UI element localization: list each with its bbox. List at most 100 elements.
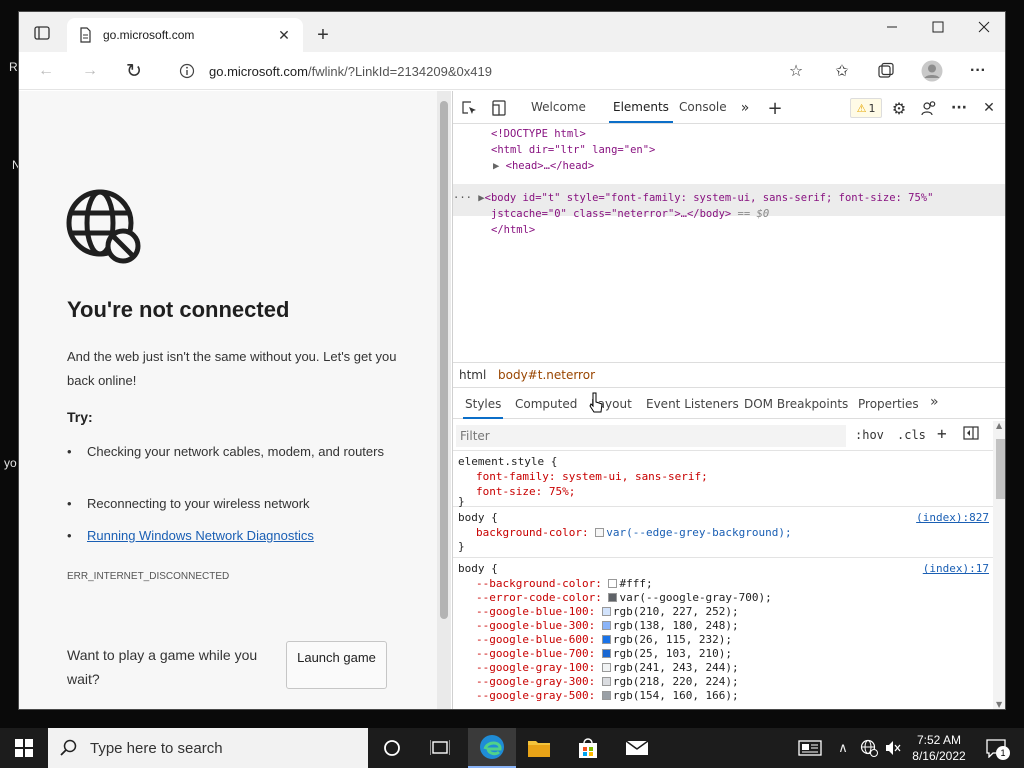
class-toggle-button[interactable]: .cls [897, 428, 926, 442]
color-swatch[interactable] [601, 649, 611, 658]
color-swatch[interactable] [601, 621, 611, 630]
ellipsis-icon: ··· [453, 192, 479, 204]
rule-selector[interactable]: body { [458, 562, 498, 575]
show-hidden-icons-button[interactable]: ∧ [834, 734, 852, 762]
scroll-up-icon[interactable]: ▲ [996, 421, 1002, 430]
avatar-icon [921, 60, 943, 82]
css-variable-declaration[interactable]: --google-gray-300: rgb(218, 220, 224); [476, 675, 739, 688]
styles-filter-input[interactable] [456, 425, 846, 447]
more-tabs-button[interactable]: » [735, 98, 755, 118]
tab-welcome[interactable]: Welcome [531, 100, 586, 114]
tab-actions-button[interactable] [27, 20, 57, 46]
inspect-element-button[interactable] [459, 98, 479, 118]
hover-state-button[interactable]: :hov [855, 428, 884, 442]
dom-node-head[interactable]: ▶ <head>…</head> [493, 160, 594, 172]
news-widget-button[interactable] [796, 734, 824, 762]
scrollbar-thumb[interactable] [996, 439, 1005, 499]
tab-computed[interactable]: Computed [515, 397, 577, 411]
profile-button[interactable] [919, 58, 945, 84]
network-diagnostics-link[interactable]: Running Windows Network Diagnostics [67, 526, 387, 546]
color-swatch[interactable] [608, 593, 618, 602]
scrollbar-thumb[interactable] [440, 101, 448, 619]
rule-source-link[interactable]: (index):827 [916, 511, 989, 524]
collections-button[interactable] [873, 58, 899, 84]
css-variable-declaration[interactable]: --background-color: #fff; [476, 577, 653, 590]
tab-event-listeners[interactable]: Event Listeners [646, 397, 739, 411]
task-view-button[interactable] [426, 734, 454, 762]
css-variable-declaration[interactable]: --google-gray-100: rgb(241, 243, 244); [476, 661, 739, 674]
dom-node-body[interactable]: ··· ▶<body id="t" style="font-family: sy… [453, 192, 933, 204]
scroll-down-icon[interactable]: ▼ [996, 700, 1002, 709]
rule-selector[interactable]: body { [458, 511, 498, 524]
volume-button[interactable] [882, 734, 904, 762]
devtools-settings-button[interactable]: ⚙ [889, 98, 909, 118]
browser-tab[interactable]: go.microsoft.com ✕ [67, 18, 303, 52]
dom-node-html-close[interactable]: </html> [491, 224, 535, 236]
maximize-button[interactable] [915, 12, 961, 42]
css-variable-declaration[interactable]: --google-blue-600: rgb(26, 115, 232); [476, 633, 732, 646]
tab-console[interactable]: Console [679, 100, 727, 114]
mail-button[interactable] [623, 734, 651, 762]
file-explorer-button[interactable] [525, 734, 553, 762]
css-variable-declaration[interactable]: --error-code-color: var(--google-gray-70… [476, 591, 772, 604]
rule-source-link[interactable]: (index):17 [923, 562, 989, 575]
more-style-tabs-button[interactable]: » [930, 394, 939, 410]
refresh-button[interactable]: ↻ [121, 58, 147, 84]
css-variable-declaration[interactable]: --google-blue-700: rgb(25, 103, 210); [476, 647, 732, 660]
warnings-badge[interactable]: ⚠ 1 [850, 98, 882, 118]
color-swatch[interactable] [601, 663, 611, 672]
tab-styles[interactable]: Styles [462, 397, 504, 419]
css-variable-declaration[interactable]: --google-blue-100: rgb(210, 227, 252); [476, 605, 739, 618]
prop-value: rgb(241, 243, 244); [612, 661, 739, 674]
settings-more-button[interactable]: ··· [965, 58, 991, 84]
color-swatch[interactable] [601, 677, 611, 686]
minimize-button[interactable] [869, 12, 915, 42]
color-swatch[interactable] [601, 691, 611, 700]
devtools-more-button[interactable]: ··· [949, 98, 969, 118]
tab-elements[interactable]: Elements [609, 100, 673, 123]
toggle-sidebar-button[interactable] [963, 426, 979, 443]
rule-selector[interactable]: element.style { [458, 455, 557, 468]
crumb-html[interactable]: html [459, 368, 486, 382]
add-favorite-button[interactable]: ☆ [783, 58, 809, 84]
back-button[interactable]: ← [33, 58, 59, 84]
style-declaration[interactable]: background-color: var(--edge-grey-backgr… [476, 526, 792, 539]
tab-properties[interactable]: Properties [858, 397, 919, 411]
dom-node-html[interactable]: <html dir="ltr" lang="en"> [491, 144, 655, 156]
color-swatch[interactable] [601, 635, 611, 644]
close-tab-icon[interactable]: ✕ [275, 27, 293, 44]
style-declaration[interactable]: font-family: system-ui, sans-serif; [476, 470, 708, 483]
new-tab-button[interactable]: + [311, 23, 335, 47]
style-declaration[interactable]: font-size: 75%; [476, 485, 575, 498]
tab-dom-breakpoints[interactable]: DOM Breakpoints [744, 397, 848, 411]
favorites-button[interactable]: ✩ [829, 58, 855, 84]
address-bar[interactable]: go.microsoft.com/fwlink/?LinkId=2134209&… [167, 56, 819, 86]
new-style-rule-button[interactable]: + [937, 424, 947, 443]
close-window-button[interactable] [961, 12, 1005, 42]
notification-center-button[interactable]: 1 [982, 734, 1010, 762]
clock[interactable]: 7:52 AM 8/16/2022 [908, 732, 970, 764]
device-toolbar-button[interactable] [489, 98, 509, 118]
dom-node-doctype[interactable]: <!DOCTYPE html> [491, 128, 586, 140]
taskbar-edge-button[interactable] [468, 728, 516, 768]
add-tab-button[interactable]: + [765, 98, 785, 119]
crumb-body[interactable]: body#t.neterror [498, 368, 595, 382]
forward-button[interactable]: → [77, 58, 103, 84]
sidebar-toggle-icon [963, 426, 979, 440]
page-scrollbar[interactable] [437, 91, 451, 709]
css-variable-declaration[interactable]: --google-gray-500: rgb(154, 160, 166); [476, 689, 739, 702]
launch-game-button[interactable]: Launch game [286, 641, 387, 689]
cortana-button[interactable] [378, 734, 406, 762]
styles-scrollbar[interactable]: ▲ ▼ [993, 421, 1005, 709]
customize-button[interactable] [919, 98, 939, 118]
network-status-button[interactable] [858, 734, 880, 762]
start-button[interactable] [10, 734, 38, 762]
store-button[interactable] [574, 734, 602, 762]
css-variable-declaration[interactable]: --google-blue-300: rgb(138, 180, 248); [476, 619, 739, 632]
color-swatch[interactable] [601, 607, 611, 616]
color-swatch[interactable] [595, 528, 605, 537]
color-swatch[interactable] [608, 579, 618, 588]
windows-logo-icon [15, 739, 33, 757]
taskbar-search-box[interactable]: Type here to search [48, 728, 368, 768]
close-devtools-button[interactable]: ✕ [979, 98, 999, 118]
